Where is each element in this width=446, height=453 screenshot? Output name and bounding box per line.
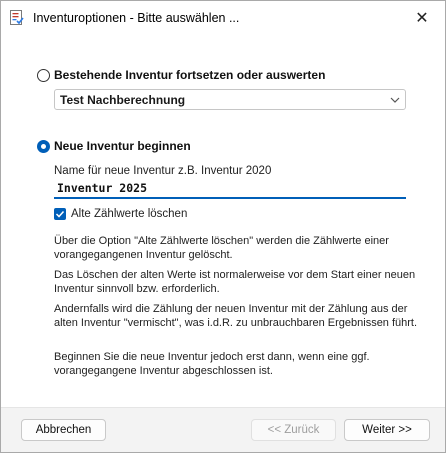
dialog-window: Inventuroptionen - Bitte auswählen ... ✕… — [0, 0, 446, 453]
inventory-select[interactable]: Test Nachberechnung — [54, 89, 406, 110]
dialog-footer: Abbrechen << Zurück Weiter >> — [1, 407, 445, 452]
radio-new-label[interactable]: Neue Inventur beginnen — [54, 139, 191, 153]
dialog-body: Bestehende Inventur fortsetzen oder ausw… — [1, 35, 445, 408]
info-paragraph-3: Andernfalls wird die Zählung der neuen I… — [54, 303, 418, 329]
new-inventory-name-label: Name für neue Inventur z.B. Inventur 202… — [54, 165, 272, 177]
inventory-select-value: Test Nachberechnung — [60, 93, 186, 107]
window-title: Inventuroptionen - Bitte auswählen ... — [33, 11, 240, 25]
chevron-down-icon — [390, 97, 400, 103]
clear-counts-checkbox[interactable] — [54, 208, 66, 220]
next-button[interactable]: Weiter >> — [344, 419, 430, 441]
back-button[interactable]: << Zurück — [251, 419, 336, 441]
radio-continue-inventory[interactable] — [37, 69, 50, 82]
clear-counts-label[interactable]: Alte Zählwerte löschen — [71, 208, 187, 220]
info-paragraph-1: Über die Option "Alte Zählwerte löschen"… — [54, 235, 389, 261]
close-icon: ✕ — [415, 10, 429, 27]
document-checklist-icon — [10, 10, 24, 25]
info-paragraph-2: Das Löschen der alten Werte ist normaler… — [54, 269, 416, 295]
new-inventory-name-input[interactable] — [54, 178, 406, 199]
close-button[interactable]: ✕ — [399, 1, 445, 35]
title-bar: Inventuroptionen - Bitte auswählen ... ✕ — [1, 1, 445, 35]
radio-continue-label[interactable]: Bestehende Inventur fortsetzen oder ausw… — [54, 68, 325, 82]
checkmark-icon — [55, 210, 65, 218]
cancel-button[interactable]: Abbrechen — [21, 419, 106, 441]
radio-new-inventory[interactable] — [37, 140, 50, 153]
info-paragraph-4: Beginnen Sie die neue Inventur jedoch er… — [54, 351, 370, 377]
